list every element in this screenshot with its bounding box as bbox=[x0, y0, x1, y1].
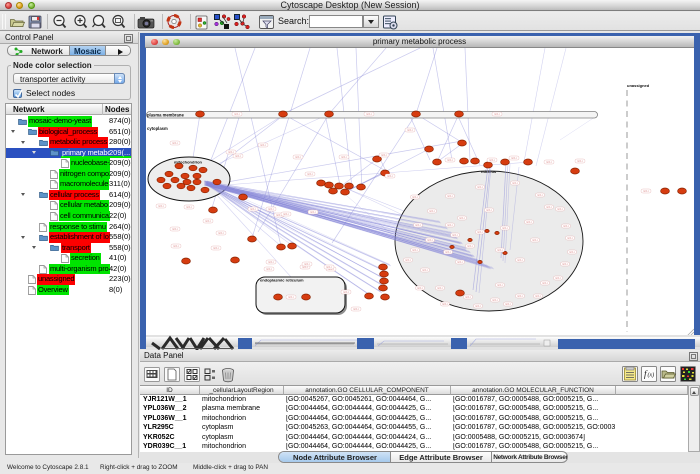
svg-text:GO-t: GO-t bbox=[415, 224, 421, 227]
svg-text:GO-t: GO-t bbox=[283, 213, 289, 216]
svg-text:GO-t: GO-t bbox=[557, 208, 563, 211]
svg-text:GO-t: GO-t bbox=[205, 220, 211, 223]
svg-text:GO-t: GO-t bbox=[250, 208, 256, 211]
svg-text:GO-t: GO-t bbox=[643, 190, 649, 193]
svg-text:GO-t: GO-t bbox=[577, 160, 583, 163]
svg-text:GO-t: GO-t bbox=[502, 227, 508, 230]
svg-text:unassigned: unassigned bbox=[627, 83, 650, 88]
svg-text:GO-t: GO-t bbox=[412, 196, 418, 199]
svg-text:GO-t: GO-t bbox=[562, 263, 568, 266]
svg-text:GO-t: GO-t bbox=[447, 159, 453, 162]
svg-text:GO-t: GO-t bbox=[511, 157, 517, 160]
svg-text:GO-t: GO-t bbox=[546, 206, 552, 209]
svg-text:GO-t: GO-t bbox=[422, 269, 428, 272]
svg-text:GO-t: GO-t bbox=[288, 296, 294, 299]
svg-text:GO-t: GO-t bbox=[407, 129, 413, 132]
svg-text:GO-t: GO-t bbox=[569, 251, 575, 254]
svg-text:GO-t: GO-t bbox=[517, 259, 523, 262]
svg-text:GO-t: GO-t bbox=[447, 224, 453, 227]
svg-text:GO-t: GO-t bbox=[186, 206, 192, 209]
svg-text:GO-t: GO-t bbox=[353, 308, 359, 311]
svg-text:GO-t: GO-t bbox=[427, 239, 433, 242]
svg-text:GO-t: GO-t bbox=[302, 266, 308, 269]
svg-text:GO-t: GO-t bbox=[381, 154, 387, 157]
svg-text:GO-t: GO-t bbox=[497, 284, 503, 287]
svg-text:GO-t: GO-t bbox=[437, 287, 443, 290]
svg-text:plasma membrane: plasma membrane bbox=[147, 113, 184, 118]
svg-text:GO-t: GO-t bbox=[505, 303, 511, 306]
svg-text:GO-t: GO-t bbox=[343, 291, 349, 294]
svg-text:GO-t: GO-t bbox=[486, 209, 492, 212]
svg-text:GO-t: GO-t bbox=[517, 295, 523, 298]
svg-text:GO-t: GO-t bbox=[266, 268, 272, 271]
svg-text:GO-t: GO-t bbox=[477, 186, 483, 189]
svg-text:GO-t: GO-t bbox=[489, 159, 495, 162]
svg-text:GO-t: GO-t bbox=[387, 175, 393, 178]
svg-text:GO-t: GO-t bbox=[457, 261, 463, 264]
svg-text:GO-t: GO-t bbox=[445, 251, 451, 254]
svg-text:GO-t: GO-t bbox=[417, 287, 423, 290]
svg-text:endoplasmic reticulum: endoplasmic reticulum bbox=[260, 278, 304, 283]
svg-text:GO-t: GO-t bbox=[459, 217, 465, 220]
svg-text:GO-t: GO-t bbox=[260, 144, 266, 147]
svg-text:GO-t: GO-t bbox=[235, 155, 241, 158]
svg-text:GO-t: GO-t bbox=[429, 210, 435, 213]
svg-text:GO-t: GO-t bbox=[295, 156, 301, 159]
svg-text:GO-t: GO-t bbox=[494, 113, 500, 116]
svg-text:GO-t: GO-t bbox=[467, 245, 473, 248]
svg-text:GO-t: GO-t bbox=[341, 156, 347, 159]
svg-text:GO-t: GO-t bbox=[492, 299, 498, 302]
svg-text:GO-t: GO-t bbox=[304, 263, 310, 266]
svg-text:GO-t: GO-t bbox=[405, 259, 411, 262]
svg-text:GO-t: GO-t bbox=[526, 221, 532, 224]
svg-text:GO-t: GO-t bbox=[512, 182, 518, 185]
svg-text:GO-t: GO-t bbox=[307, 173, 313, 176]
svg-text:GO-t: GO-t bbox=[173, 245, 179, 248]
svg-text:GO-t: GO-t bbox=[412, 249, 418, 252]
svg-text:GO-t: GO-t bbox=[442, 303, 448, 306]
svg-text:GO-t: GO-t bbox=[555, 277, 561, 280]
svg-text:GO-t: GO-t bbox=[172, 142, 178, 145]
svg-text:GO-t: GO-t bbox=[268, 261, 274, 264]
svg-text:GO-t: GO-t bbox=[563, 225, 569, 228]
svg-text:GO-t: GO-t bbox=[366, 113, 372, 116]
svg-text:GO-t: GO-t bbox=[546, 161, 552, 164]
svg-text:GO-t: GO-t bbox=[567, 237, 573, 240]
svg-text:GO-t: GO-t bbox=[452, 234, 458, 237]
svg-text:GO-t: GO-t bbox=[532, 239, 538, 242]
svg-text:GO-t: GO-t bbox=[213, 247, 219, 250]
svg-text:GO-t: GO-t bbox=[497, 249, 503, 252]
svg-text:cytoplasm: cytoplasm bbox=[147, 126, 168, 131]
svg-text:GO-t: GO-t bbox=[537, 194, 543, 197]
svg-text:GO-t: GO-t bbox=[218, 232, 224, 235]
svg-text:GO-t: GO-t bbox=[172, 228, 178, 231]
svg-text:GO-t: GO-t bbox=[447, 195, 453, 198]
svg-text:GO-t: GO-t bbox=[465, 296, 471, 299]
svg-text:GO-t: GO-t bbox=[477, 231, 483, 234]
svg-text:GO-t: GO-t bbox=[475, 305, 481, 308]
svg-text:GO-t: GO-t bbox=[228, 151, 234, 154]
svg-text:GO-t: GO-t bbox=[158, 205, 164, 208]
svg-text:GO-t: GO-t bbox=[234, 113, 240, 116]
svg-text:GO-t: GO-t bbox=[310, 211, 316, 214]
svg-text:GO-t: GO-t bbox=[542, 282, 548, 285]
svg-text:GO-t: GO-t bbox=[535, 295, 541, 298]
svg-text:GO-t: GO-t bbox=[268, 208, 274, 211]
svg-text:GO-t: GO-t bbox=[326, 266, 332, 269]
svg-text:(x): (x) bbox=[648, 372, 655, 379]
